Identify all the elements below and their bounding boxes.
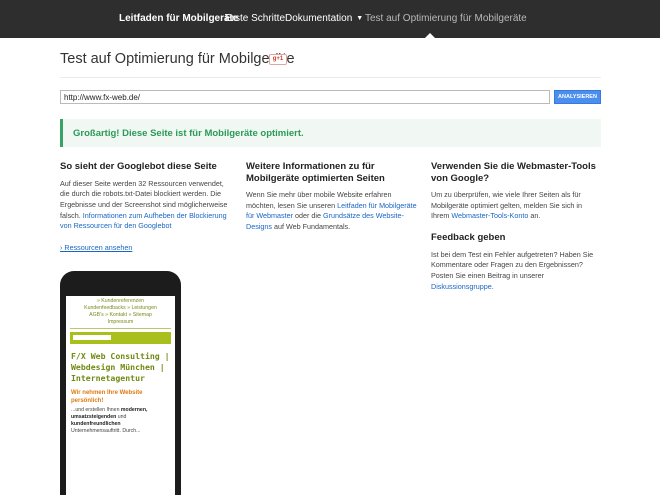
mobile-subheadline: Wir nehmen Ihre Website persönlich! bbox=[71, 390, 143, 404]
googlebot-section: So sieht der Googlebot diese Seite Auf d… bbox=[60, 161, 230, 232]
nav-item-label: Dokumentation bbox=[285, 13, 353, 24]
more-info-text-c: auf Web Fundamentals. bbox=[273, 222, 351, 232]
more-info-text-b: oder die bbox=[295, 211, 321, 221]
mobile-body-text: ...und erstellen Ihnen modernen, umsatzs… bbox=[66, 405, 175, 437]
mobile-search-bar bbox=[70, 332, 171, 344]
mobile-nav-line: Kundenfeedbacks » Leistungen bbox=[84, 305, 157, 311]
top-navigation: Leitfaden für Mobilgeräte Erste Schritte… bbox=[0, 0, 660, 38]
mobile-nav-line: Impressum bbox=[107, 319, 134, 325]
mobile-body-c: und bbox=[117, 414, 127, 420]
mobile-headline: F/X Web Consulting | Webdesign München |… bbox=[71, 351, 170, 383]
mobile-nav-line: » Kundenreferenzen bbox=[96, 298, 144, 304]
feedback-heading: Feedback geben bbox=[431, 232, 506, 244]
google-plus-button[interactable]: g+1 bbox=[269, 54, 287, 65]
webmaster-text: Um zu überprüfen, wie viele Ihrer Seiten… bbox=[431, 190, 601, 222]
feedback-text-body: Ist bei dem Test ein Fehler aufgetreten?… bbox=[431, 249, 594, 281]
divider bbox=[60, 77, 601, 78]
mobile-body-a: ...und erstellen Ihnen bbox=[71, 407, 120, 413]
chevron-down-icon: ▼ bbox=[356, 15, 364, 22]
nav-brand[interactable]: Leitfaden für Mobilgeräte bbox=[119, 13, 238, 24]
nav-item-test[interactable]: Test auf Optimierung für Mobilgeräte bbox=[365, 13, 527, 24]
more-info-section: Weitere Informationen zu für Mobilgeräte… bbox=[246, 161, 418, 233]
phone-screen: » Kundenreferenzen Kundenfeedbacks » Lei… bbox=[66, 296, 175, 495]
feedback-text-end: . bbox=[491, 281, 494, 291]
more-info-text: Wenn Sie mehr über mobile Website erfahr… bbox=[246, 190, 418, 233]
mobile-search-box bbox=[73, 335, 111, 340]
feedback-text: Ist bei dem Test ein Fehler aufgetreten?… bbox=[431, 250, 601, 293]
result-message: Großartig! Diese Seite ist für Mobilgerä… bbox=[73, 128, 304, 139]
nav-item-dokumentation[interactable]: Dokumentation ▼ bbox=[285, 13, 363, 24]
result-banner: Großartig! Diese Seite ist für Mobilgerä… bbox=[60, 119, 601, 147]
nav-item-erste-schritte[interactable]: Erste Schritte bbox=[225, 13, 285, 24]
view-resources-link[interactable]: › Ressourcen ansehen bbox=[60, 243, 132, 252]
googlebot-text: Auf dieser Seite werden 32 Ressourcen ve… bbox=[60, 179, 230, 233]
googlebot-heading: So sieht der Googlebot diese Seite bbox=[60, 161, 217, 172]
webmaster-heading: Verwenden Sie die Webmaster-Tools von Go… bbox=[431, 161, 596, 184]
mobile-body-d: kundenfreundlichen bbox=[71, 421, 121, 427]
active-tab-indicator bbox=[425, 33, 435, 38]
discussion-group-link[interactable]: Diskussionsgruppe bbox=[431, 282, 492, 291]
unblock-resources-link[interactable]: Informationen zum Aufheben der Blockieru… bbox=[60, 211, 227, 231]
more-info-heading: Weitere Informationen zu für Mobilgeräte… bbox=[246, 161, 385, 184]
mobile-divider bbox=[70, 328, 171, 329]
webmaster-account-link[interactable]: Webmaster-Tools-Konto bbox=[451, 211, 528, 220]
mobile-nav-line: AGB's » Kontakt » Sitemap bbox=[89, 312, 152, 318]
mobile-nav: » Kundenreferenzen Kundenfeedbacks » Lei… bbox=[66, 296, 175, 326]
url-input[interactable] bbox=[60, 90, 550, 104]
phone-screenshot: » Kundenreferenzen Kundenfeedbacks » Lei… bbox=[60, 271, 181, 495]
webmaster-text-end: an. bbox=[530, 211, 541, 221]
webmaster-tools-section: Verwenden Sie die Webmaster-Tools von Go… bbox=[431, 161, 601, 292]
mobile-body-e: Unternehmensauftritt. Durch... bbox=[71, 428, 141, 434]
analyze-button[interactable]: ANALYSIEREN bbox=[554, 90, 601, 104]
page-title: Test auf Optimierung für Mobilgeräte bbox=[60, 51, 295, 67]
